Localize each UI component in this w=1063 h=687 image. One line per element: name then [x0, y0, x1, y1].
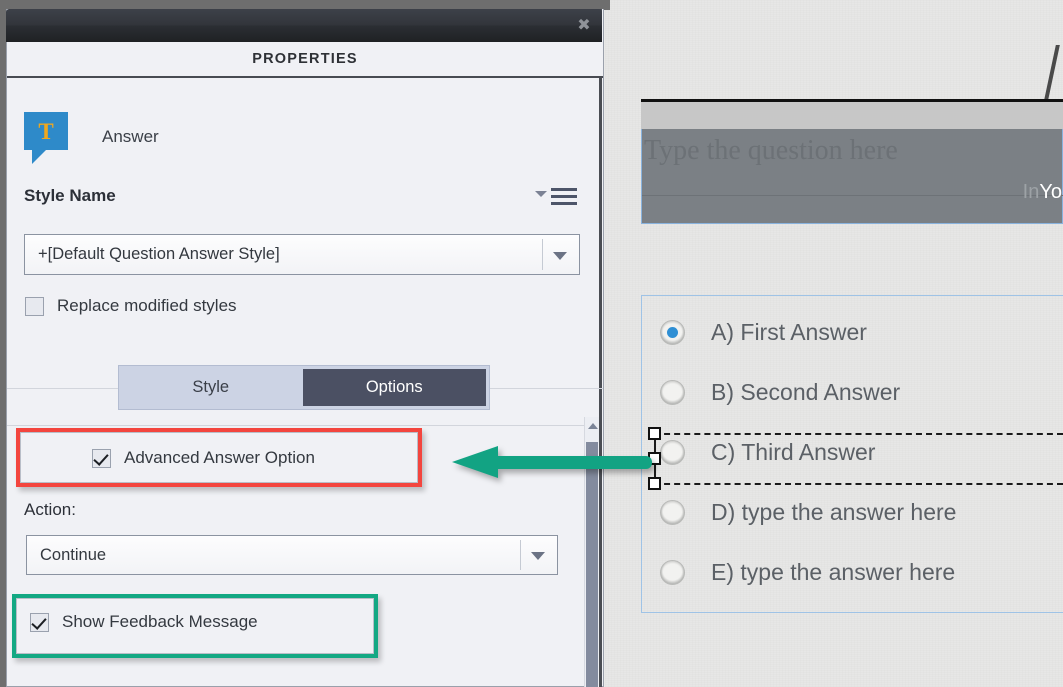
icon-letter: T: [38, 118, 54, 144]
corner-text-bright: Yo: [1039, 181, 1062, 203]
application-screenshot: Type the question here InYo A) First Ans…: [0, 0, 1063, 687]
panel-header: PROPERTIES: [7, 42, 603, 78]
show-feedback-message-checkbox[interactable]: Show Feedback Message: [30, 612, 258, 632]
panel-title-bar[interactable]: ✖: [6, 9, 602, 42]
close-icon[interactable]: ✖: [574, 15, 594, 35]
question-text-box[interactable]: Type the question here InYo: [641, 99, 1063, 224]
answer-option-d[interactable]: D) type the answer here: [660, 492, 956, 532]
chevron-down-icon-action[interactable]: [531, 552, 545, 560]
question-header-strip: [641, 99, 1063, 129]
style-options-tabs: Style Options: [118, 365, 490, 410]
selection-dashed-bottom: [654, 483, 1063, 485]
replace-modified-styles-label: Replace modified styles: [57, 296, 237, 315]
selection-dashed-top: [654, 433, 1063, 435]
scroll-up-arrow-icon[interactable]: [588, 423, 598, 429]
page-title: PROPERTIES: [252, 51, 358, 67]
answer-label-a: A) First Answer: [711, 318, 867, 345]
action-label: Action:: [24, 500, 76, 519]
tab-options[interactable]: Options: [302, 369, 486, 406]
selection-handle-bottom-left[interactable]: [648, 477, 661, 490]
checkbox-icon-replace[interactable]: [25, 296, 44, 316]
answer-label-b: B) Second Answer: [711, 378, 901, 405]
radio-button-icon-a[interactable]: [660, 319, 685, 345]
text-caption-icon: T: [24, 112, 68, 164]
answer-option-a[interactable]: A) First Answer: [660, 312, 867, 352]
divider-below-tabs: [7, 425, 584, 426]
style-name-dropdown[interactable]: +[Default Question Answer Style]: [24, 234, 580, 275]
panel-scrollbar-thumb[interactable]: [586, 442, 598, 687]
radio-button-icon-c[interactable]: [660, 439, 685, 465]
radio-button-icon-b[interactable]: [660, 379, 685, 405]
selection-handle-top-left[interactable]: [648, 427, 661, 440]
radio-button-icon-d[interactable]: [660, 499, 685, 525]
question-body[interactable]: Type the question here InYo: [641, 129, 1063, 224]
question-corner-text: InYo: [1023, 181, 1062, 204]
action-value: Continue: [40, 545, 107, 564]
selected-object-row: T Answer: [24, 112, 159, 164]
corner-text-dim: In: [1022, 181, 1040, 203]
answer-option-c[interactable]: C) Third Answer: [660, 432, 875, 472]
answer-option-e[interactable]: E) type the answer here: [660, 552, 955, 592]
answer-label-e: E) type the answer here: [711, 558, 956, 585]
action-dropdown[interactable]: Continue: [26, 535, 558, 575]
checkbox-icon-show-feedback[interactable]: [30, 612, 49, 632]
chevron-down-icon-style[interactable]: [553, 251, 567, 260]
question-placeholder-text: Type the question here: [644, 135, 898, 166]
answer-label-c: C) Third Answer: [711, 438, 876, 465]
checkbox-icon-advanced-answer[interactable]: [92, 448, 111, 468]
properties-panel: [6, 9, 604, 687]
radio-button-icon-e[interactable]: [660, 559, 685, 585]
advanced-answer-option-checkbox[interactable]: Advanced Answer Option: [92, 448, 315, 468]
advanced-answer-option-label: Advanced Answer Option: [124, 448, 315, 467]
panel-right-edge: [599, 9, 602, 687]
answer-label-d: D) type the answer here: [711, 498, 957, 525]
question-divider-line: [642, 195, 1063, 196]
style-name-label: Style Name: [24, 186, 116, 205]
tab-style[interactable]: Style: [119, 366, 303, 409]
answer-option-b[interactable]: B) Second Answer: [660, 372, 900, 412]
panel-menu-icon[interactable]: [535, 186, 577, 210]
panel-scrollbar-track[interactable]: [584, 417, 599, 687]
answers-container[interactable]: A) First Answer B) Second Answer C) Thir…: [641, 295, 1063, 613]
selection-handle-middle-left[interactable]: [648, 452, 661, 465]
selected-object-label: Answer: [102, 127, 159, 146]
replace-modified-styles-checkbox[interactable]: Replace modified styles: [25, 296, 237, 316]
style-name-value: +[Default Question Answer Style]: [38, 245, 280, 263]
show-feedback-message-label: Show Feedback Message: [62, 612, 258, 631]
